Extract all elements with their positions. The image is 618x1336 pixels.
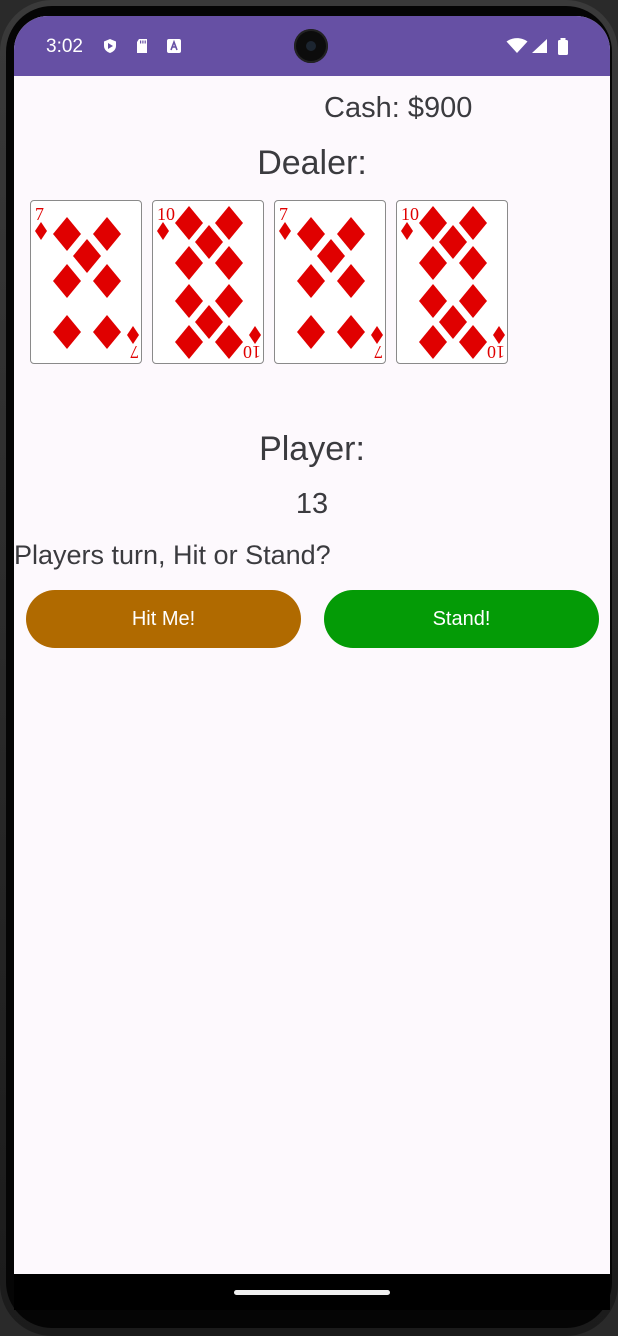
diamond-pip-icon bbox=[419, 325, 447, 359]
card-rank: 7 bbox=[35, 204, 44, 224]
diamond-pip-icon bbox=[419, 206, 447, 240]
play-protect-icon bbox=[102, 38, 118, 54]
card-corner-suit-icon bbox=[371, 326, 383, 344]
card-rank: 10 bbox=[401, 204, 419, 224]
dealer-label: Dealer: bbox=[257, 144, 367, 182]
home-gesture-handle[interactable] bbox=[234, 1290, 390, 1295]
card-corner-suit-icon bbox=[157, 222, 169, 240]
diamond-pip-icon bbox=[175, 284, 203, 318]
card-corner-suit-icon bbox=[493, 326, 505, 344]
diamond-pip-icon bbox=[53, 264, 81, 298]
card-rank-inverted: 10 bbox=[243, 342, 261, 362]
phone-frame: 3:02 Cash: $900 Dealer: 77 10 10 7 7 10 … bbox=[0, 0, 618, 1336]
card-corner-suit-icon bbox=[127, 326, 139, 344]
signal-icon bbox=[530, 38, 548, 54]
cash-display: Cash: $900 bbox=[324, 92, 473, 124]
diamond-pip-icon bbox=[53, 315, 81, 349]
status-bar: 3:02 bbox=[14, 16, 610, 76]
player-label: Player: bbox=[259, 430, 365, 468]
diamond-pip-icon bbox=[337, 264, 365, 298]
diamond-pip-icon bbox=[459, 206, 487, 240]
card-rank-inverted: 7 bbox=[374, 342, 383, 362]
dealer-card-3: 77 bbox=[274, 200, 386, 364]
navigation-bar bbox=[14, 1274, 610, 1310]
dealer-card-4: 10 10 bbox=[396, 200, 508, 364]
card-rank-inverted: 7 bbox=[130, 342, 139, 362]
screen: 3:02 Cash: $900 Dealer: 77 10 10 7 7 10 … bbox=[14, 16, 610, 1310]
player-score: 13 bbox=[295, 488, 329, 520]
card-corner-suit-icon bbox=[279, 222, 291, 240]
front-camera bbox=[294, 29, 328, 63]
diamond-pip-icon bbox=[459, 325, 487, 359]
diamond-pip-icon bbox=[317, 239, 345, 273]
diamond-pip-icon bbox=[297, 264, 325, 298]
accessibility-a-icon bbox=[166, 38, 182, 54]
card-rank: 7 bbox=[279, 204, 288, 224]
card-corner-suit-icon bbox=[249, 326, 261, 344]
dealer-card-2: 10 10 bbox=[152, 200, 264, 364]
battery-icon bbox=[556, 38, 570, 55]
stand-button[interactable]: Stand! bbox=[324, 590, 599, 648]
turn-message: Players turn, Hit or Stand? bbox=[14, 540, 331, 570]
diamond-pip-icon bbox=[73, 239, 101, 273]
card-corner-suit-icon bbox=[401, 222, 413, 240]
diamond-pip-icon bbox=[419, 284, 447, 318]
status-time: 3:02 bbox=[46, 36, 83, 57]
diamond-pip-icon bbox=[53, 217, 81, 251]
card-rank: 10 bbox=[157, 204, 175, 224]
card-rank-inverted: 10 bbox=[487, 342, 505, 362]
diamond-pip-icon bbox=[215, 206, 243, 240]
diamond-pip-icon bbox=[439, 225, 467, 259]
diamond-pip-icon bbox=[215, 284, 243, 318]
diamond-pip-icon bbox=[337, 315, 365, 349]
dealer-card-1: 77 bbox=[30, 200, 142, 364]
diamond-pip-icon bbox=[215, 325, 243, 359]
diamond-pip-icon bbox=[195, 225, 223, 259]
card-corner-suit-icon bbox=[35, 222, 47, 240]
diamond-pip-icon bbox=[297, 315, 325, 349]
diamond-pip-icon bbox=[175, 246, 203, 280]
sd-card-icon bbox=[134, 38, 150, 54]
hit-button[interactable]: Hit Me! bbox=[26, 590, 301, 648]
diamond-pip-icon bbox=[93, 217, 121, 251]
diamond-pip-icon bbox=[195, 305, 223, 339]
diamond-pip-icon bbox=[337, 217, 365, 251]
diamond-pip-icon bbox=[175, 206, 203, 240]
diamond-pip-icon bbox=[459, 246, 487, 280]
diamond-pip-icon bbox=[439, 305, 467, 339]
diamond-pip-icon bbox=[459, 284, 487, 318]
wifi-icon bbox=[506, 38, 528, 54]
diamond-pip-icon bbox=[175, 325, 203, 359]
diamond-pip-icon bbox=[215, 246, 243, 280]
diamond-pip-icon bbox=[297, 217, 325, 251]
diamond-pip-icon bbox=[93, 315, 121, 349]
diamond-pip-icon bbox=[419, 246, 447, 280]
diamond-pip-icon bbox=[93, 264, 121, 298]
